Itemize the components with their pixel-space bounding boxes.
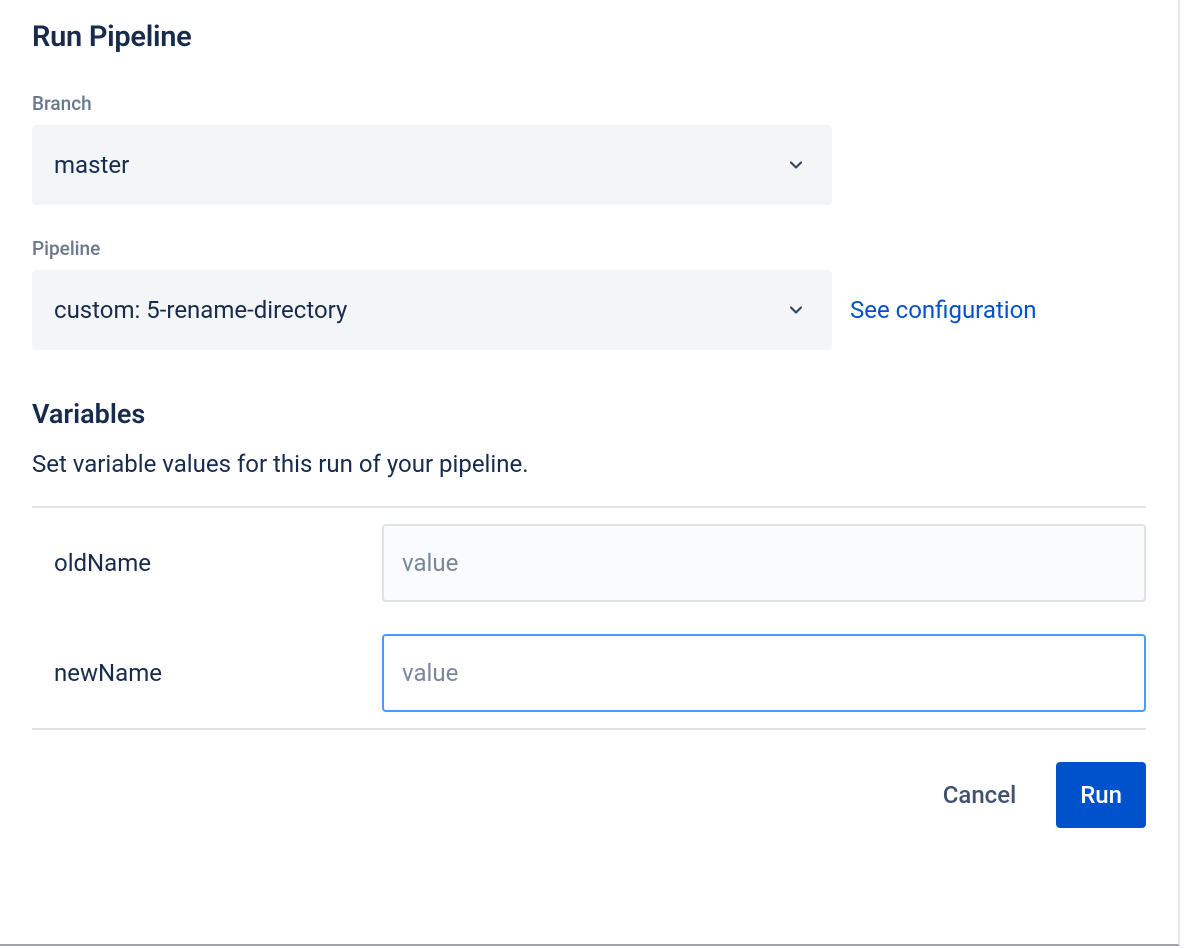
branch-field-group: Branch master [32,92,1146,205]
variable-row: oldName [32,508,1146,618]
pipeline-label: Pipeline [32,237,1146,260]
run-button[interactable]: Run [1056,762,1146,828]
variable-value-input-oldname[interactable] [382,524,1146,602]
dialog-title: Run Pipeline [32,20,1146,54]
chevron-down-icon [784,298,808,322]
variable-name: oldName [32,549,382,577]
branch-select-value: master [54,151,129,179]
variables-title: Variables [32,398,1146,430]
run-pipeline-dialog: Run Pipeline Branch master Pipeline cust… [0,0,1180,946]
pipeline-select[interactable]: custom: 5-rename-directory [32,270,832,350]
variable-value-input-newname[interactable] [382,634,1146,712]
chevron-down-icon [784,153,808,177]
variable-name: newName [32,659,382,687]
pipeline-select-value: custom: 5-rename-directory [54,296,347,324]
variables-table: oldName newName [32,506,1146,730]
variable-row: newName [32,618,1146,728]
pipeline-field-group: Pipeline custom: 5-rename-directory See … [32,237,1146,350]
cancel-button[interactable]: Cancel [919,762,1040,828]
dialog-actions: Cancel Run [32,762,1146,828]
branch-select[interactable]: master [32,125,832,205]
see-configuration-link[interactable]: See configuration [850,296,1037,324]
branch-label: Branch [32,92,1146,115]
variables-description: Set variable values for this run of your… [32,450,1146,478]
